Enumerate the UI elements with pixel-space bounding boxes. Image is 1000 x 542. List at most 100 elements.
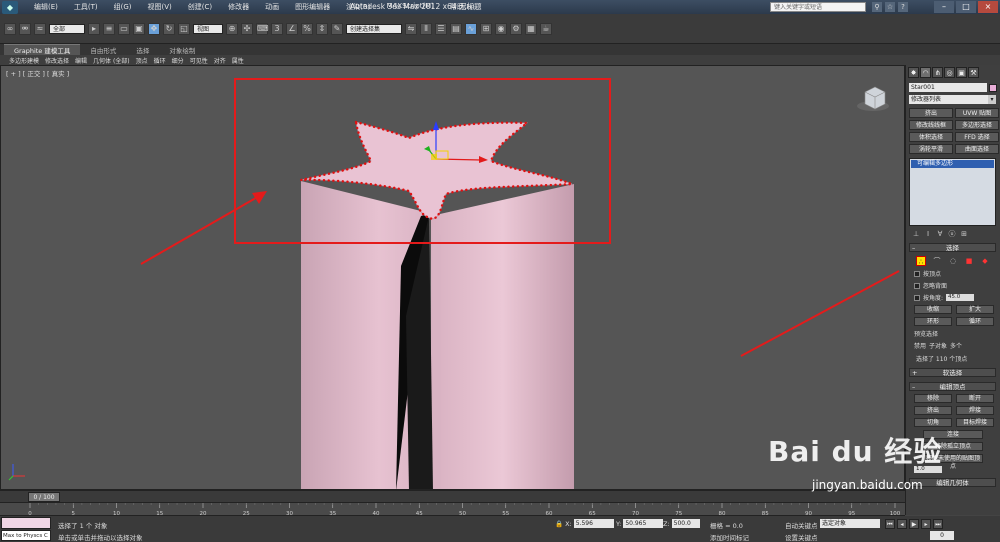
tab-freeform[interactable]: 自由形式 — [80, 45, 126, 55]
selection-filter-dropdown[interactable]: 全部 — [49, 23, 85, 34]
display-icon[interactable]: ▣ — [956, 67, 967, 78]
select-move-icon[interactable]: ✥ — [148, 22, 160, 35]
z-field[interactable]: 500.0 — [671, 519, 700, 528]
modifier-list-dropdown[interactable]: 修改器列表 ▾ — [909, 95, 996, 104]
polygon-mode-icon[interactable]: ■ — [964, 256, 974, 266]
ribbon-loops[interactable]: 循环 — [151, 56, 169, 65]
ignore-backfacing-checkbox[interactable] — [914, 282, 920, 289]
border-mode-icon[interactable]: ◌ — [948, 256, 958, 266]
x-field[interactable]: 5.596 — [573, 519, 614, 528]
menu-animation[interactable]: 动画 — [257, 2, 287, 12]
motion-icon[interactable]: ◎ — [944, 67, 955, 78]
ribbon-align[interactable]: 对齐 — [211, 56, 229, 65]
go-start-icon[interactable]: ⏮ — [885, 519, 895, 529]
link-icon[interactable]: ∞ — [4, 22, 16, 35]
material-editor-icon[interactable]: ◉ — [495, 22, 507, 35]
ribbon-visibility[interactable]: 可见性 — [187, 56, 211, 65]
set-key-button[interactable]: 设置关键点 — [785, 532, 818, 542]
edit-named-sel-icon[interactable]: ✎ — [331, 22, 343, 35]
utilities-icon[interactable]: ⚒ — [968, 67, 979, 78]
mod-ffd-select-button[interactable]: FFD 选择 — [955, 132, 999, 142]
object-name-field[interactable]: Star001 — [909, 83, 987, 92]
chamfer-button[interactable]: 切角 — [914, 418, 952, 427]
shrink-button[interactable]: 收缩 — [914, 305, 952, 314]
menu-view[interactable]: 视图(V) — [140, 2, 180, 12]
create-icon[interactable]: ✸ — [908, 67, 919, 78]
maximize-button[interactable]: □ — [956, 1, 976, 13]
time-slider-handle[interactable]: 0 / 100 — [28, 492, 60, 502]
mod-edit-wire-button[interactable]: 修改线线框 — [909, 120, 953, 130]
pin-stack-icon[interactable]: ⊥ — [912, 230, 920, 238]
select-rotate-icon[interactable]: ↻ — [163, 22, 175, 35]
close-button[interactable]: × — [978, 1, 998, 13]
tab-object-paint[interactable]: 对象绘制 — [159, 45, 205, 55]
percent-snap-icon[interactable]: % — [301, 22, 313, 35]
align-icon[interactable]: ⫴ — [420, 22, 432, 35]
reference-coord-dropdown[interactable]: 视图 — [193, 23, 223, 34]
current-frame-field[interactable]: 0 — [930, 531, 954, 540]
ring-button[interactable]: 环形 — [914, 317, 952, 326]
break-button[interactable]: 断开 — [956, 394, 994, 403]
ribbon-properties[interactable]: 属性 — [229, 56, 247, 65]
lock-icon[interactable]: 🔒 — [555, 520, 563, 528]
selection-set-dropdown[interactable]: 选定对象 — [820, 519, 880, 528]
select-by-name-icon[interactable]: ≡ — [103, 22, 115, 35]
keyboard-shortcut-icon[interactable]: ⌨ — [256, 22, 269, 35]
preview-multi-radio[interactable]: 多个 — [950, 341, 962, 350]
schematic-view-icon[interactable]: ⊞ — [480, 22, 492, 35]
curve-editor-icon[interactable]: ∿ — [465, 22, 477, 35]
edge-mode-icon[interactable]: ⌒ — [932, 256, 942, 266]
layer-manager-icon[interactable]: ☰ — [435, 22, 447, 35]
vertex-mode-icon[interactable]: ∴ — [916, 256, 926, 266]
ribbon-geometry-all[interactable]: 几何体 (全部) — [90, 56, 133, 65]
object-color-swatch[interactable] — [989, 83, 997, 92]
next-frame-icon[interactable]: ▸ — [921, 519, 931, 529]
element-mode-icon[interactable]: ◆ — [980, 256, 990, 266]
render-production-icon[interactable]: ☕ — [540, 22, 552, 35]
rendered-frame-icon[interactable]: ▦ — [525, 22, 537, 35]
perspective-viewport[interactable]: [ + ] [ 正交 ] [ 真实 ] — [0, 65, 905, 490]
pivot-center-icon[interactable]: ⊕ — [226, 22, 238, 35]
angle-snap-icon[interactable]: ∠ — [286, 22, 298, 35]
graphite-toggle-icon[interactable]: ▤ — [450, 22, 462, 35]
minimize-button[interactable]: – — [934, 1, 954, 13]
mirror-icon[interactable]: ⇋ — [405, 22, 417, 35]
go-end-icon[interactable]: ⏭ — [933, 519, 943, 529]
tab-graphite[interactable]: Graphite 建模工具 — [4, 44, 81, 55]
star-icon[interactable]: ☆ — [885, 2, 895, 12]
maxscript-listener-field[interactable]: Max to Physcs C — [1, 530, 51, 541]
extrude-button[interactable]: 挤出 — [914, 406, 952, 415]
mod-poly-select-button[interactable]: 多边形选择 — [955, 120, 999, 130]
select-scale-icon[interactable]: ◱ — [178, 22, 190, 35]
target-weld-button[interactable]: 目标焊接 — [956, 418, 994, 427]
play-icon[interactable]: ▶ — [909, 519, 919, 529]
select-object-icon[interactable]: ▸ — [88, 22, 100, 35]
angle-spinner[interactable]: 45.0 — [946, 294, 975, 301]
make-unique-icon[interactable]: ∀ — [936, 230, 944, 238]
time-slider[interactable]: 0 / 100 — [0, 490, 905, 502]
show-end-result-icon[interactable]: I — [924, 230, 932, 238]
track-bar[interactable]: 0 5 10 15 20 25 30 35 40 45 50 55 60 65 70 75 80 85 90 95 10… — [0, 502, 905, 517]
loop-button[interactable]: 循环 — [956, 317, 994, 326]
stack-item-editable-poly[interactable]: 可编辑多边形 — [911, 160, 994, 168]
remove-button[interactable]: 移除 — [914, 394, 952, 403]
snap-toggle-icon[interactable]: 3 — [271, 22, 283, 35]
menu-create[interactable]: 创建(C) — [180, 2, 220, 12]
by-angle-checkbox[interactable] — [914, 294, 920, 301]
edit-vertices-rollout[interactable]: – 编辑顶点 — [909, 382, 996, 391]
soft-selection-rollout[interactable]: + 软选择 — [909, 368, 996, 377]
window-crossing-icon[interactable]: ▣ — [133, 22, 145, 35]
bind-icon[interactable]: ≈ — [34, 22, 46, 35]
rect-selection-icon[interactable]: ▭ — [118, 22, 130, 35]
auto-key-button[interactable]: 自动关键点 — [785, 520, 818, 530]
select-manipulate-icon[interactable]: ✣ — [241, 22, 253, 35]
help-icon[interactable]: ? — [898, 2, 908, 12]
ribbon-edit[interactable]: 编辑 — [72, 56, 90, 65]
tab-selection[interactable]: 选择 — [126, 45, 159, 55]
mod-turbosmooth-button[interactable]: 涡轮平滑 — [909, 144, 953, 154]
menu-group[interactable]: 组(G) — [106, 2, 140, 12]
menu-tools[interactable]: 工具(T) — [66, 2, 106, 12]
mod-uvw-button[interactable]: UVW 贴图 — [955, 108, 999, 118]
spinner-snap-icon[interactable]: ⇕ — [316, 22, 328, 35]
y-field[interactable]: 50.965 — [623, 519, 664, 528]
